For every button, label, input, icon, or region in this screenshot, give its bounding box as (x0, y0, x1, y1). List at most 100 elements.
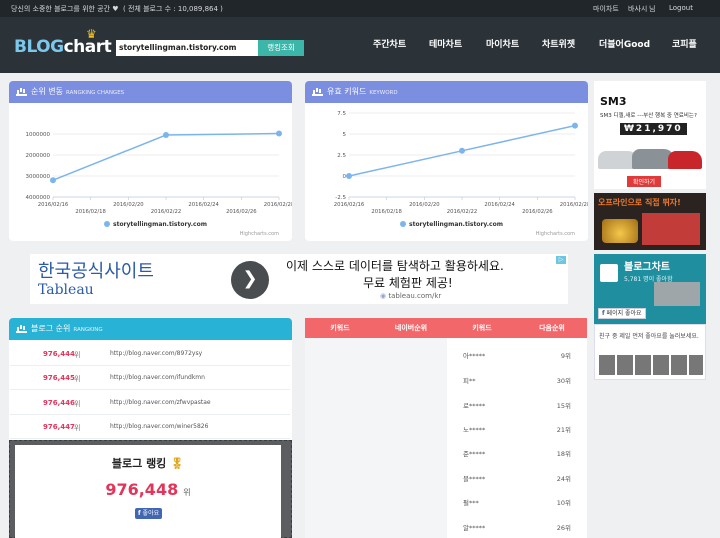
ad1-sub: SM3 디젤,새로 ---부산 행복 중 연료비는? (600, 113, 697, 119)
x-tick-label: 2016/02/22 (447, 209, 478, 215)
ad1-car-image (598, 143, 702, 173)
blog-count: ( 전체 블로그 수 : 10,089,864 ) (123, 5, 223, 13)
widget-logo (600, 264, 618, 282)
y-tick-label: 1000000 (26, 132, 51, 138)
y-tick-label: 2.5 (337, 153, 346, 159)
ad2-text: 오프라인으로 직접 뛰자! (598, 198, 681, 207)
rank-row[interactable]: 976,446 위 http://blog.naver.com/zfwvpastae (10, 391, 290, 415)
logo[interactable]: BLOGchart ♛ (14, 27, 112, 57)
x-tick-label: 2016/02/24 (188, 202, 219, 208)
rank-row[interactable]: 976,447 위 http://blog.naver.com/winer5826 (10, 415, 290, 439)
legend-label: storytellingman.tistory.com (409, 221, 503, 228)
y-tick-label: 5 (343, 132, 347, 138)
table-row: 노***** 21위 (463, 426, 571, 434)
x-tick-label: 2016/02/26 (522, 209, 553, 215)
keyword-panel: 유효 키워드 KEYWORD 7.5 5 2.5 0 -2.5 2016/02/16 2016… (305, 81, 588, 241)
nav-theme-chart[interactable]: 테마차트 (429, 37, 462, 50)
user-name[interactable]: 바사시 (628, 4, 647, 14)
y-tick-label: 4000000 (26, 195, 51, 201)
x-tick-label: 2016/02/20 (113, 202, 144, 208)
tagline: 당신의 소중한 블로그를 위한 공간 ♥ ( 전체 블로그 수 : 10,089… (11, 5, 223, 13)
legend-marker (400, 221, 406, 227)
sm3-ad[interactable]: SM3 SM3 디젤,새로 ---부산 행복 중 연료비는? ₩21,970 확… (594, 81, 706, 189)
friends-text: 친구 중 제일 먼저 좋아요를 눌러보세요. (599, 333, 699, 340)
data-point (346, 173, 352, 179)
medal-icon: 🎖 (170, 457, 185, 470)
chart-icon (312, 87, 323, 96)
data-point (572, 122, 578, 129)
chart-icon (16, 87, 27, 96)
logout-link[interactable]: Logout (669, 4, 693, 12)
fb-friends-box: 친구 중 제일 먼저 좋아요를 눌러보세요. (594, 324, 706, 380)
data-point (163, 132, 169, 139)
ad1-button[interactable]: 확인하기 (627, 176, 662, 187)
ad-brand: Tableau (38, 282, 94, 298)
x-tick-label: 2016/02/24 (484, 202, 515, 208)
blog-rank-card-inner: 블로그 랭킹 🎖 976,448 위 f 좋아요 (15, 445, 281, 538)
nav-chart-widget[interactable]: 차트위젯 (542, 37, 575, 50)
rank-change-header: 순위 변동 RANGKING CHANGES (9, 81, 292, 103)
ad-headline: 한국공식사이트 (38, 261, 154, 282)
user-suffix: 님 (649, 5, 656, 13)
friend-avatars (599, 355, 703, 375)
rank-change-panel: 순위 변동 RANGKING CHANGES 1000000 2000000 3000… (9, 81, 292, 241)
nav-weekly-chart[interactable]: 주간차트 (373, 37, 406, 50)
table-row: 펄*** 10위 (463, 499, 571, 507)
facebook-icon: f (138, 510, 141, 517)
nav-good[interactable]: 더블어Good (599, 37, 650, 50)
y-tick-label: 7.5 (337, 111, 346, 117)
x-tick-label: 2016/02/26 (226, 209, 257, 215)
search-input[interactable]: storytellingman.tistory.com (116, 40, 258, 56)
tableau-ad[interactable]: 한국공식사이트 Tableau ❯ 이제 스스로 데이터를 탐색하고 활용하세요… (30, 254, 568, 304)
widget-image (654, 282, 700, 306)
chart-credit: Highcharts.com (536, 231, 575, 237)
facebook-like-button[interactable]: f 좋아요 (135, 508, 163, 519)
table-row: 피** 30위 (463, 377, 571, 385)
rank-row[interactable]: 976,444 위 http://blog.naver.com/8972ysy (10, 342, 290, 366)
chart-credit: Highcharts.com (240, 231, 279, 237)
facebook-icon: f (602, 310, 605, 317)
ad1-price: ₩21,970 (620, 123, 687, 135)
keyword-chart: 7.5 5 2.5 0 -2.52016/02/16 2016/02/18 2016/02/… (334, 111, 588, 237)
ad-text-2: 무료 체험판 제공! (363, 276, 453, 290)
header-naver-rank: 네이버순위 (375, 318, 447, 338)
legend: storytellingman.tistory.com (104, 221, 207, 228)
blogchart-fb-widget: 블로그차트 5,781 명이 좋아함 f 페이지 좋아요 (594, 254, 706, 324)
rank-card-title: 블로그 랭킹 🎖 (111, 457, 185, 470)
ad1-brand: SM3 (600, 95, 627, 108)
ad-domain: ◉ tableau.com/kr (380, 292, 442, 300)
fb-page-like-button[interactable]: f 페이지 좋아요 (598, 308, 646, 319)
data-point (50, 177, 56, 184)
top-bar: 당신의 소중한 블로그를 위한 공간 ♥ ( 전체 블로그 수 : 10,089… (0, 0, 720, 17)
chart-icon (16, 324, 27, 333)
offline-ad[interactable]: 오프라인으로 직접 뛰자! (594, 193, 706, 250)
blog-rank-header: 블로그 순위 RANGKING (9, 318, 292, 340)
mychart-link[interactable]: 마이차트 (593, 4, 619, 14)
x-tick-label: 2016/02/18 (75, 209, 106, 215)
nav-my-chart[interactable]: 마이차트 (486, 37, 519, 50)
table-row: 준***** 18위 (463, 450, 571, 458)
header-keyword: 키워드 (305, 318, 375, 338)
y-tick-label: 3000000 (26, 174, 51, 180)
y-tick-label: -2.5 (335, 195, 346, 201)
adchoices-icon[interactable]: ▷ (556, 256, 566, 264)
table-row: 아***** 9위 (463, 352, 571, 360)
rank-row[interactable]: 976,445 위 http://blog.naver.com/ifundkmn (10, 366, 290, 390)
x-tick-label: 2016/02/22 (151, 209, 182, 215)
chevron-right-icon: ❯ (242, 268, 258, 289)
y-tick-label: 2000000 (26, 153, 51, 159)
widget-title: 블로그차트 (624, 262, 670, 273)
x-tick-label: 2016/02/18 (371, 209, 402, 215)
ad-next-button[interactable]: ❯ (231, 261, 269, 299)
nav-copeople[interactable]: 코피플 (672, 37, 697, 50)
series-line (52, 132, 280, 181)
x-tick-label: 2016/02/28 (264, 202, 292, 208)
search-button[interactable]: 랭킹조회 (258, 40, 304, 56)
x-tick-label: 2016/02/16 (38, 202, 69, 208)
data-point (276, 130, 282, 137)
x-tick-label: 2016/02/20 (409, 202, 440, 208)
header-daum-rank: 다음순위 (517, 318, 587, 338)
y-tick-label: 0 (343, 174, 347, 180)
x-tick-label: 2016/02/28 (560, 202, 588, 208)
table-row: 블***** 24위 (463, 475, 571, 483)
